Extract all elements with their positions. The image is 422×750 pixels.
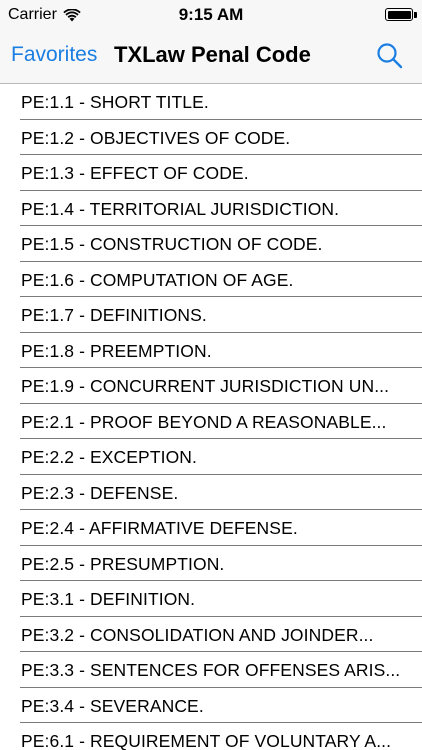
battery-tip bbox=[414, 12, 417, 18]
list-item-label: PE:3.3 - SENTENCES FOR OFFENSES ARIS... bbox=[21, 660, 401, 680]
list-item-label: PE:1.9 - CONCURRENT JURISDICTION UN... bbox=[21, 376, 390, 396]
list-item[interactable]: PE:1.8 - PREEMPTION. bbox=[0, 332, 422, 368]
page-title: TXLaw Penal Code bbox=[114, 42, 311, 67]
list-item-label: PE:3.2 - CONSOLIDATION AND JOINDER... bbox=[21, 624, 374, 645]
list-item-label: PE:1.2 - OBJECTIVES OF CODE. bbox=[21, 127, 291, 148]
list-item[interactable]: PE:3.2 - CONSOLIDATION AND JOINDER... bbox=[0, 616, 422, 652]
battery-icon bbox=[385, 8, 413, 21]
status-time: 9:15 AM bbox=[178, 5, 244, 24]
list-item-label: PE:1.1 - SHORT TITLE. bbox=[21, 92, 209, 112]
list-item-label: PE:1.7 - DEFINITIONS. bbox=[21, 305, 207, 325]
list-item-label: PE:2.1 - PROOF BEYOND A REASONABLE... bbox=[21, 411, 387, 432]
app-screen: Carrier 9:15 AM Favorites TXLaw Penal Co… bbox=[0, 0, 422, 750]
status-bar: Carrier 9:15 AM bbox=[0, 0, 422, 30]
list-item-label: PE:2.3 - DEFENSE. bbox=[21, 482, 179, 503]
penal-code-list: PE:1.1 - SHORT TITLE. PE:1.2 - OBJECTIVES… bbox=[0, 84, 422, 750]
list-item[interactable]: PE:2.5 - PRESUMPTION. bbox=[0, 545, 422, 581]
list-item[interactable]: PE:1.1 - SHORT TITLE. bbox=[0, 84, 422, 120]
list-item-label: PE:2.2 - EXCEPTION. bbox=[21, 447, 197, 467]
list-item-label: PE:1.8 - PREEMPTION. bbox=[21, 340, 212, 361]
list-item-label: PE:1.3 - EFFECT OF CODE. bbox=[21, 163, 249, 183]
list-item-label: PE:1.5 - CONSTRUCTION OF CODE. bbox=[21, 234, 323, 254]
list-item[interactable]: PE:3.1 - DEFINITION. bbox=[0, 581, 422, 617]
list-item-label: PE:3.1 - DEFINITION. bbox=[21, 589, 196, 609]
list-item[interactable]: PE:1.5 - CONSTRUCTION OF CODE. bbox=[0, 226, 422, 262]
list-item[interactable]: PE:3.4 - SEVERANCE. bbox=[0, 687, 422, 723]
list-item-label: PE:2.4 - AFFIRMATIVE DEFENSE. bbox=[21, 518, 298, 538]
list-item[interactable]: PE:1.3 - EFFECT OF CODE. bbox=[0, 155, 422, 191]
list-item[interactable]: PE:1.4 - TERRITORIAL JURISDICTION. bbox=[0, 190, 422, 226]
list-item[interactable]: PE:3.3 - SENTENCES FOR OFFENSES ARIS... bbox=[0, 652, 422, 688]
list-item-label: PE:6.1 - REQUIREMENT OF VOLUNTARY A... bbox=[21, 731, 392, 750]
list-item[interactable]: PE:1.9 - CONCURRENT JURISDICTION UN... bbox=[0, 368, 422, 404]
list-item[interactable]: PE:2.2 - EXCEPTION. bbox=[0, 439, 422, 475]
list-item[interactable]: PE:6.1 - REQUIREMENT OF VOLUNTARY A... bbox=[0, 723, 422, 750]
list-item[interactable]: PE:1.6 - COMPUTATION OF AGE. bbox=[0, 261, 422, 297]
list-item-label: PE:2.5 - PRESUMPTION. bbox=[21, 553, 225, 574]
battery-fill bbox=[387, 10, 411, 19]
favorites-back-button[interactable]: Favorites bbox=[11, 43, 97, 67]
list-item[interactable]: PE:2.4 - AFFIRMATIVE DEFENSE. bbox=[0, 510, 422, 546]
list-item-label: PE:1.6 - COMPUTATION OF AGE. bbox=[21, 269, 294, 290]
search-icon[interactable] bbox=[376, 42, 404, 70]
list-item[interactable]: PE:1.7 - DEFINITIONS. bbox=[0, 297, 422, 333]
list-item[interactable]: PE:2.1 - PROOF BEYOND A REASONABLE... bbox=[0, 403, 422, 439]
list-item[interactable]: PE:1.2 - OBJECTIVES OF CODE. bbox=[0, 119, 422, 155]
navigation-bar: Favorites TXLaw Penal Code bbox=[0, 30, 422, 84]
list-item-label: PE:3.4 - SEVERANCE. bbox=[21, 695, 204, 716]
list-item[interactable]: PE:2.3 - DEFENSE. bbox=[0, 474, 422, 510]
list-item-label: PE:1.4 - TERRITORIAL JURISDICTION. bbox=[21, 198, 340, 219]
